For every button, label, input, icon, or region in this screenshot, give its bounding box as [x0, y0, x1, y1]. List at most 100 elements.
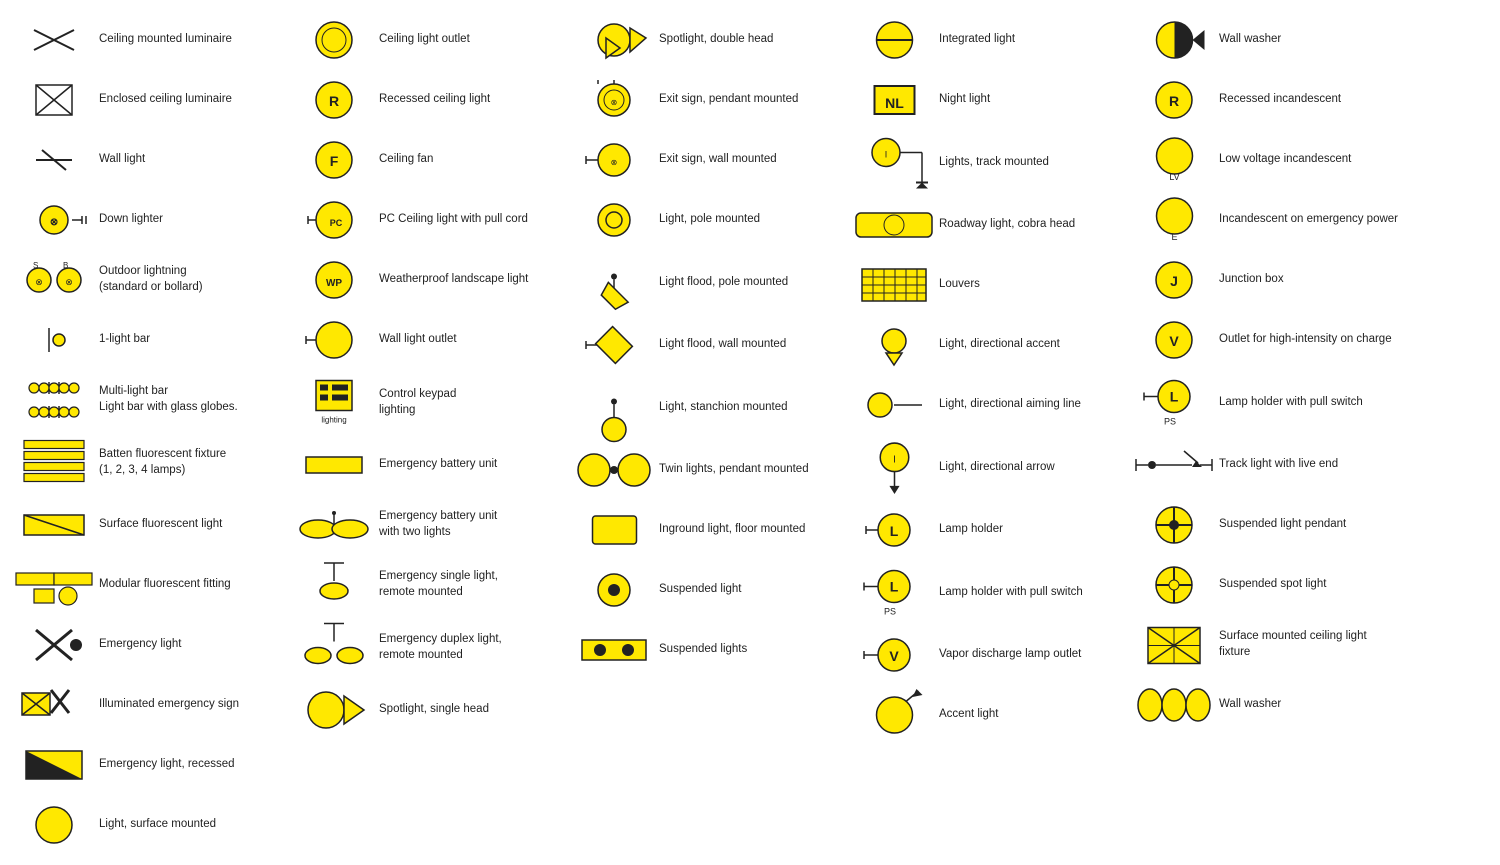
- item-label: Exit sign, pendant mounted: [659, 92, 841, 108]
- list-item: Modular fluorescent fitting: [5, 555, 285, 615]
- svg-text:L: L: [890, 523, 899, 539]
- list-item: Multi-light bar Light bar with glass glo…: [5, 370, 285, 430]
- item-label: Twin lights, pendant mounted: [659, 462, 841, 478]
- item-label: Surface mounted ceiling light fixture: [1219, 629, 1401, 660]
- low-voltage-incandescent-icon: LV: [1129, 135, 1219, 185]
- list-item: Inground light, floor mounted: [565, 500, 845, 560]
- list-item: ⊗ S ⊗ B Outdoor lightning (standard or b…: [5, 250, 285, 310]
- list-item: Emergency battery unit: [285, 435, 565, 495]
- suspended-light-icon: [569, 570, 659, 610]
- item-label: Modular fluorescent fitting: [99, 577, 281, 593]
- list-item: Light, surface mounted: [5, 795, 285, 855]
- svg-text:PC: PC: [330, 218, 343, 228]
- item-label: Wall washer: [1219, 697, 1401, 713]
- item-label: Louvers: [939, 277, 1121, 293]
- list-item: Light, directional aiming line: [845, 375, 1125, 435]
- list-item: Ceiling light outlet: [285, 10, 565, 70]
- item-label: Lights, track mounted: [939, 155, 1121, 171]
- list-item: Light, directional accent: [845, 315, 1125, 375]
- item-label: Control keypad lighting: [379, 387, 561, 418]
- svg-text:I: I: [885, 150, 888, 160]
- list-item: 1-light bar: [5, 310, 285, 370]
- light-directional-accent-icon: [849, 325, 939, 365]
- list-item: I Lights, track mounted: [845, 130, 1125, 195]
- outdoor-lightning-icon: ⊗ S ⊗ B: [9, 260, 99, 300]
- item-label: Suspended light: [659, 582, 841, 598]
- list-item: Emergency light: [5, 615, 285, 675]
- svg-text:L: L: [1169, 389, 1178, 405]
- list-item: Suspended light: [565, 560, 845, 620]
- list-item: ⊗ Exit sign, pendant mounted: [565, 70, 845, 130]
- item-label: Surface fluorescent light: [99, 517, 281, 533]
- item-label: Light flood, wall mounted: [659, 337, 841, 353]
- lights-track-mounted-icon: I: [849, 135, 939, 190]
- batten-fluorescent-icon: [9, 435, 99, 490]
- item-label: Suspended lights: [659, 642, 841, 658]
- enclosed-ceiling-luminaire-icon: [9, 80, 99, 120]
- column-3: Integrated light NL Night light I Lights…: [845, 10, 1125, 855]
- emergency-single-remote-icon: [289, 560, 379, 610]
- ceiling-light-outlet-icon: [289, 20, 379, 60]
- recessed-incandescent-icon: R: [1129, 80, 1219, 120]
- pc-ceiling-pull-icon: PC: [289, 200, 379, 240]
- modular-fluorescent-icon: [9, 560, 99, 610]
- svg-text:lighting: lighting: [321, 416, 346, 425]
- list-item: Spotlight, single head: [285, 680, 565, 740]
- item-label: Inground light, floor mounted: [659, 522, 841, 538]
- svg-text:WP: WP: [326, 278, 342, 289]
- light-pole-mounted-icon: [569, 195, 659, 245]
- item-label: Light, surface mounted: [99, 817, 281, 833]
- item-label: Wall light outlet: [379, 332, 561, 348]
- light-flood-pole-icon: [569, 255, 659, 310]
- light-surface-mounted-icon: [9, 805, 99, 845]
- twin-lights-pendant-icon: [569, 450, 659, 490]
- svg-text:⊗: ⊗: [611, 158, 618, 167]
- item-label: Emergency single light, remote mounted: [379, 569, 561, 600]
- list-item: ⊗ Down lighter: [5, 190, 285, 250]
- item-label: Suspended light pendant: [1219, 517, 1401, 533]
- item-label: Multi-light bar Light bar with glass glo…: [99, 384, 281, 415]
- item-label: Light flood, pole mounted: [659, 275, 841, 291]
- one-light-bar-icon: [9, 320, 99, 360]
- item-label: Light, directional accent: [939, 337, 1121, 353]
- svg-text:J: J: [1170, 273, 1178, 289]
- list-item: Surface mounted ceiling light fixture: [1125, 615, 1405, 675]
- lamp-holder-pull2-icon: L PS: [1129, 375, 1219, 430]
- item-label: Wall washer: [1219, 32, 1401, 48]
- item-label: Emergency duplex light, remote mounted: [379, 632, 561, 663]
- wall-washer-half-icon: [1129, 20, 1219, 60]
- item-label: Suspended spot light: [1219, 577, 1401, 593]
- list-item: Wall light: [5, 130, 285, 190]
- emergency-duplex-remote-icon: [289, 620, 379, 675]
- item-label: Roadway light, cobra head: [939, 217, 1121, 233]
- light-directional-aiming-icon: [849, 385, 939, 425]
- list-item: Light flood, wall mounted: [565, 315, 845, 375]
- lamp-holder-icon: L: [849, 510, 939, 550]
- svg-text:E: E: [1171, 232, 1177, 242]
- light-directional-arrow-icon: I: [849, 440, 939, 495]
- track-light-live-icon: [1129, 445, 1219, 485]
- light-flood-wall-icon: [569, 325, 659, 365]
- svg-text:L: L: [889, 579, 898, 595]
- list-item: Emergency battery unit with two lights: [285, 495, 565, 555]
- item-label: Wall light: [99, 152, 281, 168]
- list-item: Light flood, pole mounted: [565, 250, 845, 315]
- list-item: LV Low voltage incandescent: [1125, 130, 1405, 190]
- svg-text:B: B: [63, 261, 68, 270]
- ceiling-mounted-luminaire-icon: [9, 20, 99, 60]
- exit-sign-pendant-icon: ⊗: [569, 80, 659, 120]
- svg-text:LV: LV: [1169, 172, 1179, 182]
- svg-text:V: V: [1169, 333, 1179, 349]
- item-label: Lamp holder with pull switch: [1219, 395, 1401, 411]
- list-item: Light, pole mounted: [565, 190, 845, 250]
- list-item: Suspended spot light: [1125, 555, 1405, 615]
- list-item: Accent light: [845, 685, 1125, 745]
- list-item: Emergency duplex light, remote mounted: [285, 615, 565, 680]
- item-label: Down lighter: [99, 212, 281, 228]
- item-label: Spotlight, double head: [659, 32, 841, 48]
- list-item: L PS Lamp holder with pull switch: [1125, 370, 1405, 435]
- spotlight-single-icon: [289, 690, 379, 730]
- column-0: Ceiling mounted luminaire Enclosed ceili…: [5, 10, 285, 855]
- item-label: Outdoor lightning (standard or bollard): [99, 264, 281, 295]
- svg-text:I: I: [893, 454, 896, 465]
